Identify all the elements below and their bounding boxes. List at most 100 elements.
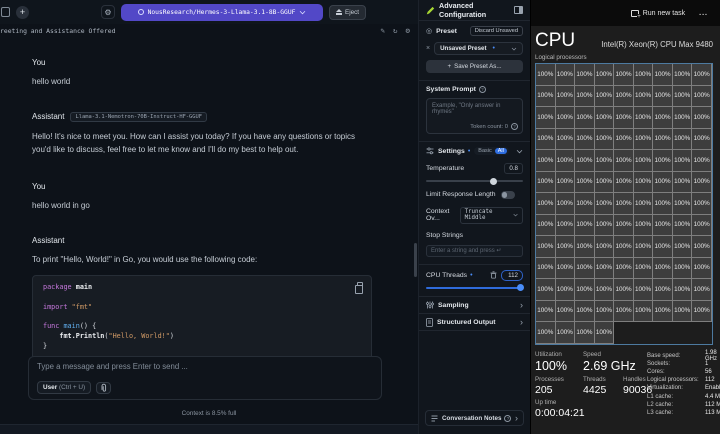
temperature-value[interactable]: 0.8 [504, 163, 523, 174]
cpu-core-cell: 100% [536, 107, 556, 129]
cpu-core-cell: 100% [692, 107, 712, 129]
chat-settings-icon[interactable]: ⚙ [405, 26, 410, 35]
attach-file-button[interactable] [96, 382, 111, 394]
preset-icon: ◎ [426, 27, 432, 35]
cpu-core-cell: 100% [673, 107, 693, 129]
model-selector-label: NousResearch/Hermes-3-Llama-3.1-8B-GGUF [148, 9, 296, 16]
eject-model-button[interactable]: Eject [329, 5, 366, 20]
slider-thumb[interactable] [490, 178, 497, 185]
detail-label: Sockets: [647, 361, 705, 367]
cpu-core-cell: 100% [556, 172, 576, 194]
system-prompt-input[interactable] [427, 99, 522, 119]
code-token: ) [170, 332, 174, 340]
cpu-threads-slider[interactable] [426, 287, 523, 290]
stat-value: 4425 [583, 384, 623, 396]
detail-label: Logical processors: [647, 377, 705, 383]
run-new-task-label: Run new task [643, 10, 685, 17]
cpu-core-cell: 100% [673, 150, 693, 172]
conversation-notes-label: Conversation Notes [442, 415, 501, 422]
task-manager-panel: Run new task ... CPU Intel(R) Xeon(R) CP… [531, 0, 720, 434]
cpu-threads-value[interactable]: 112 [501, 270, 523, 281]
preset-dropdown[interactable]: Unsaved Preset • [434, 42, 523, 55]
config-title: Advanced Configuration [439, 1, 514, 19]
discard-unsaved-button[interactable]: Discard Unsaved [470, 26, 523, 36]
logical-processors-label: Logical processors [535, 54, 713, 61]
stat-value: 2.69 GHz [583, 359, 636, 373]
role-toggle-button[interactable]: User (Ctrl + U) [37, 381, 91, 394]
cpu-core-cell: 100% [673, 301, 693, 323]
chat-scrollbar[interactable] [414, 243, 417, 277]
new-chat-button[interactable]: + [16, 6, 29, 19]
cpu-core-cell: 100% [595, 258, 615, 280]
reset-icon[interactable] [490, 271, 497, 279]
user-message: You hello world in go [32, 182, 372, 213]
temperature-slider[interactable] [426, 180, 523, 182]
clear-preset-icon[interactable]: × [426, 45, 430, 52]
preset-label: Preset [436, 28, 457, 35]
message-role: You [32, 182, 372, 191]
cpu-core-cell: 100% [536, 193, 556, 215]
code-token: main [63, 322, 79, 330]
task-manager-toolbar: Run new task ... [531, 0, 720, 26]
slider-thumb[interactable] [517, 284, 524, 291]
message-role: Assistant [32, 236, 64, 245]
cpu-core-cell: 100% [536, 86, 556, 108]
cpu-core-cell: 100% [653, 279, 673, 301]
edit-icon[interactable]: ✎ [380, 26, 385, 35]
assistant-message: Assistant Llama-3.1-Nemotron-70B-Instruc… [32, 112, 372, 157]
detail-label: Virtualization: [647, 385, 705, 391]
message-input[interactable] [37, 362, 373, 378]
cpu-core-cell: 100% [614, 279, 634, 301]
cpu-core-cell: 100% [653, 236, 673, 258]
cpu-core-cell: 100% [536, 322, 556, 344]
cpu-core-cell: 100% [536, 258, 556, 280]
cpu-core-cell: 100% [692, 129, 712, 151]
cpu-core-cell: 100% [653, 258, 673, 280]
cpu-core-cell: 100% [634, 150, 654, 172]
model-selector[interactable]: NousResearch/Hermes-3-Llama-3.1-8B-GGUF [121, 4, 323, 21]
config-panel: Advanced Configuration ◎ Preset Discard … [418, 0, 531, 434]
cpu-core-cell: 100% [673, 258, 693, 280]
cpu-core-cell: 100% [692, 193, 712, 215]
run-new-task-button[interactable]: Run new task [631, 10, 685, 17]
cpu-core-cell: 100% [614, 301, 634, 323]
detail-label: Cores: [647, 369, 705, 375]
limit-response-toggle[interactable] [501, 191, 515, 199]
structured-output-row[interactable]: Structured Output › [419, 314, 530, 331]
cpu-core-cell: 100% [692, 86, 712, 108]
cpu-core-cell: 100% [673, 236, 693, 258]
modified-dot: • [468, 148, 470, 155]
stop-strings-input[interactable] [426, 245, 523, 257]
cpu-core-cell: 100% [575, 279, 595, 301]
context-overflow-dropdown[interactable]: Truncate Middle [460, 207, 523, 224]
info-icon: ? [504, 415, 511, 422]
cpu-core-cell: 100% [653, 193, 673, 215]
cpu-detail-row: L1 cache:4.4 MB [647, 392, 720, 400]
code-token: } [43, 342, 47, 350]
context-usage-label: Context is 8.5% full [0, 410, 418, 417]
cpu-core-cell: 100% [634, 172, 654, 194]
collapse-panel-icon[interactable] [514, 6, 523, 14]
temperature-label: Temperature [426, 165, 464, 172]
sampling-row[interactable]: Sampling › [419, 297, 530, 314]
model-settings-icon[interactable]: ⚙ [101, 5, 115, 19]
copy-icon[interactable] [357, 282, 363, 289]
refresh-icon[interactable]: ↻ [393, 26, 398, 35]
modified-dot: • [470, 272, 472, 279]
code-token: "Hello, World!" [108, 332, 169, 340]
more-options-icon[interactable]: ... [699, 10, 708, 17]
conversation-notes-row[interactable]: Conversation Notes ? › [425, 410, 524, 426]
role-label: User [43, 384, 57, 391]
cpu-model-name: Intel(R) Xeon(R) CPU Max 9480 [601, 40, 713, 52]
settings-section: Settings • Basic All Temperature 0.8 Lim… [419, 142, 530, 265]
globe-icon [138, 9, 144, 15]
config-header: Advanced Configuration [419, 0, 530, 21]
cpu-core-cell: 100% [614, 215, 634, 237]
cpu-core-cell: 100% [556, 193, 576, 215]
plus-icon: + [447, 63, 451, 70]
cpu-core-cell: 100% [536, 64, 556, 86]
save-preset-button[interactable]: + Save Preset As... [426, 60, 523, 73]
token-count-label: Token count: 0 [470, 124, 508, 130]
cpu-detail-row: Virtualization:Enabled [647, 384, 720, 392]
settings-mode-toggle[interactable]: Basic All [474, 147, 509, 155]
